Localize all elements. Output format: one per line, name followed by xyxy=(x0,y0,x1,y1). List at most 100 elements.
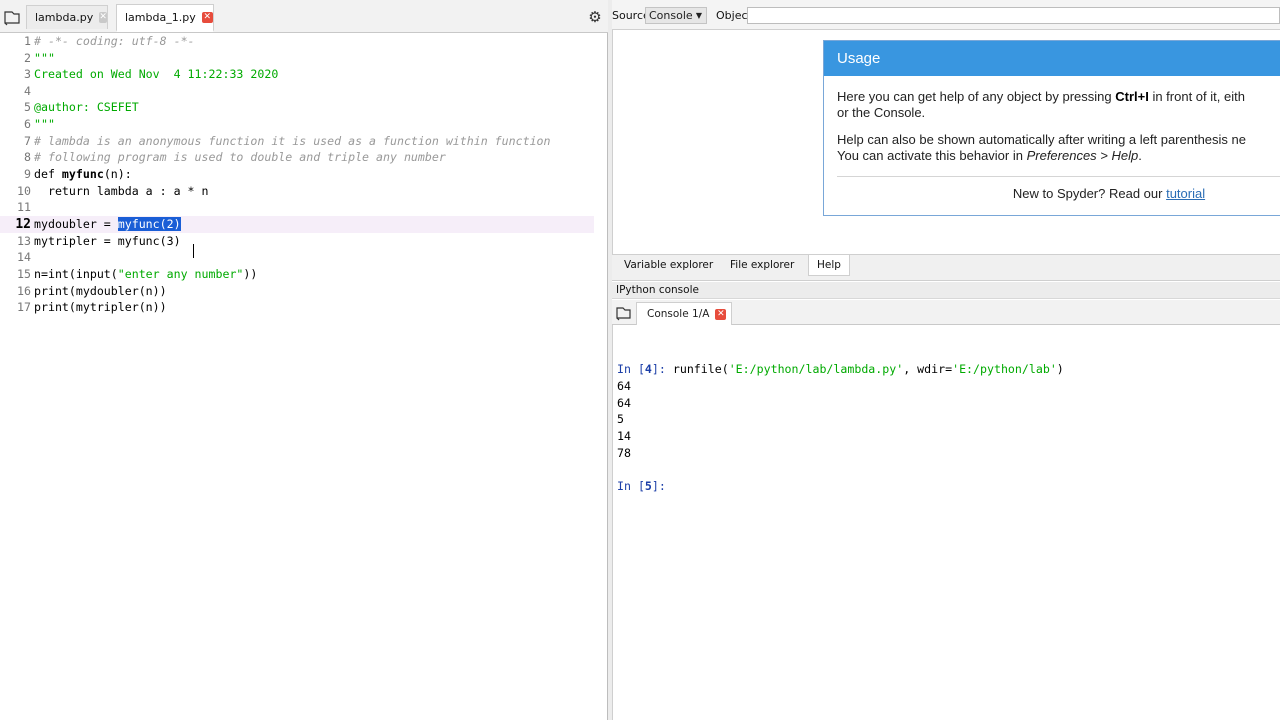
code-text: @author: CSEFET xyxy=(34,100,139,114)
line-number: 3 xyxy=(24,67,31,81)
preferences-path: Preferences > Help xyxy=(1026,148,1139,163)
code-line[interactable]: 11 xyxy=(0,199,594,216)
usage-footer: New to Spyder? Read our tutorial xyxy=(824,186,1280,201)
editor-tabbar: lambda.py ✕ lambda_1.py ✕ ⚙ xyxy=(0,0,608,33)
console-tabbar: Console 1/A ✕ xyxy=(612,300,1280,325)
tab-file-explorer[interactable]: File explorer xyxy=(730,255,794,275)
tab-help[interactable]: Help xyxy=(808,255,850,276)
code-line[interactable]: 8 # following program is used to double a… xyxy=(0,149,594,166)
close-icon[interactable]: ✕ xyxy=(201,12,213,23)
prompt: In [ xyxy=(617,479,645,493)
usage-panel: Usage Here you can get help of any objec… xyxy=(823,40,1280,216)
source-select[interactable]: Console ▼ xyxy=(645,7,707,24)
code-text: """ xyxy=(34,117,55,131)
line-number: 12 xyxy=(15,217,31,232)
console-header: IPython console xyxy=(612,282,1280,299)
code-line[interactable]: 5 @author: CSEFET xyxy=(0,99,594,116)
browse-tabs-icon[interactable] xyxy=(615,305,633,321)
prompt: In [ xyxy=(617,362,645,376)
tab-label: Console 1/A xyxy=(647,308,710,320)
code-text: print(mytripler(n)) xyxy=(34,300,167,314)
close-icon[interactable]: ✕ xyxy=(715,308,727,320)
line-number: 2 xyxy=(24,51,31,65)
console-output[interactable]: In [4]: runfile('E:/python/lab/lambda.py… xyxy=(612,325,1280,720)
help-tabbar: Variable explorer File explorer Help xyxy=(612,255,1280,281)
console-prompt-line[interactable]: In [5]: xyxy=(617,478,666,495)
help-toolbar: Source Console ▼ Object xyxy=(612,0,1280,30)
function-name: myfunc xyxy=(61,167,104,181)
prompt-number: 5 xyxy=(644,479,652,493)
code-line[interactable]: 3 Created on Wed Nov 4 11:22:33 2020 xyxy=(0,66,594,83)
usage-text: You can activate this behavior in xyxy=(837,148,1027,163)
usage-paragraph-1: Here you can get help of any object by p… xyxy=(837,89,1245,106)
code-line[interactable]: 15 n=int(input("enter any number")) xyxy=(0,266,594,283)
console-pane: IPython console Console 1/A ✕ In [4]: ru… xyxy=(612,282,1280,720)
tab-variable-explorer[interactable]: Variable explorer xyxy=(624,255,713,275)
object-input[interactable] xyxy=(747,7,1280,24)
line-number: 15 xyxy=(17,267,31,281)
code-line[interactable]: 13 mytripler = myfunc(3) xyxy=(0,233,594,250)
code-text: # lambda is an anonymous function it is … xyxy=(34,134,551,148)
code-text: # -*- coding: utf-8 -*- xyxy=(34,34,195,48)
selected-text: myfunc(2) xyxy=(117,217,181,231)
code-line[interactable]: 4 xyxy=(0,83,594,100)
code-text: mydoubler = xyxy=(34,217,118,231)
text-cursor-icon xyxy=(193,244,199,258)
divider xyxy=(837,176,1280,177)
code-text: print(mydoubler(n)) xyxy=(34,284,167,298)
usage-text: . xyxy=(1138,148,1142,163)
editor-pane: lambda.py ✕ lambda_1.py ✕ ⚙ 1 # -*- codin… xyxy=(0,0,608,720)
usage-text: in front of it, eith xyxy=(1148,89,1245,104)
code-text: # following program is used to double an… xyxy=(34,150,446,164)
command-text: runfile( xyxy=(672,362,729,376)
code-line[interactable]: 2 """ xyxy=(0,50,594,67)
code-line-current[interactable]: 12 mydoubler = myfunc(2) xyxy=(0,216,594,233)
usage-text: Here you can get help of any object by p… xyxy=(837,89,1116,104)
usage-title: Usage xyxy=(824,41,1280,76)
line-number: 10 xyxy=(17,184,31,198)
console-input-line: In [4]: runfile('E:/python/lab/lambda.py… xyxy=(617,361,1064,378)
tab-console-1a[interactable]: Console 1/A ✕ xyxy=(636,302,732,325)
help-content: Usage Here you can get help of any objec… xyxy=(612,30,1280,255)
shortcut-key: Ctrl+I xyxy=(1115,89,1149,104)
tab-label: lambda_1.py xyxy=(125,11,196,24)
line-number: 7 xyxy=(24,134,31,148)
line-number: 17 xyxy=(17,300,31,314)
line-number: 5 xyxy=(24,100,31,114)
code-line[interactable]: 10 return lambda a : a * n xyxy=(0,183,594,200)
line-number: 16 xyxy=(17,284,31,298)
output-line: 5 xyxy=(617,412,624,426)
usage-paragraph-1b: or the Console. xyxy=(837,105,926,120)
line-number: 8 xyxy=(24,150,31,164)
code-line[interactable]: 1 # -*- coding: utf-8 -*- xyxy=(0,33,594,50)
string-literal: 'E:/python/lab' xyxy=(952,362,1057,376)
line-number: 9 xyxy=(24,167,31,181)
code-line[interactable]: 6 """ xyxy=(0,116,594,133)
tutorial-link[interactable]: tutorial xyxy=(1166,186,1205,201)
browse-tabs-icon[interactable] xyxy=(2,8,22,26)
line-number: 13 xyxy=(17,234,31,248)
prompt: ]: xyxy=(651,479,666,493)
code-line[interactable]: 7 # lambda is an anonymous function it is… xyxy=(0,133,594,150)
output-line: 64 xyxy=(617,379,631,393)
gear-icon[interactable]: ⚙ xyxy=(587,9,603,25)
tab-lambda-py[interactable]: lambda.py ✕ xyxy=(26,5,108,29)
code-text: """ xyxy=(34,51,55,65)
code-line[interactable]: 9 def myfunc(n): xyxy=(0,166,594,183)
code-text: return lambda a : a * n xyxy=(34,184,209,198)
line-number: 4 xyxy=(24,84,31,98)
line-number: 11 xyxy=(17,200,31,214)
string-literal: "enter any number" xyxy=(117,267,244,281)
chevron-down-icon: ▼ xyxy=(695,11,702,20)
source-select-value: Console xyxy=(649,9,693,22)
prompt: ]: xyxy=(651,362,673,376)
line-number: 14 xyxy=(17,250,31,264)
code-line[interactable]: 14 xyxy=(0,249,594,266)
tab-lambda-1-py[interactable]: lambda_1.py ✕ xyxy=(116,4,214,32)
close-icon[interactable]: ✕ xyxy=(99,12,107,23)
code-line[interactable]: 17 print(mytripler(n)) xyxy=(0,299,594,316)
prompt-number: 4 xyxy=(644,362,652,376)
code-line[interactable]: 16 print(mydoubler(n)) xyxy=(0,283,594,300)
usage-paragraph-2b: You can activate this behavior in Prefer… xyxy=(837,148,1142,165)
tab-label: lambda.py xyxy=(35,11,94,24)
